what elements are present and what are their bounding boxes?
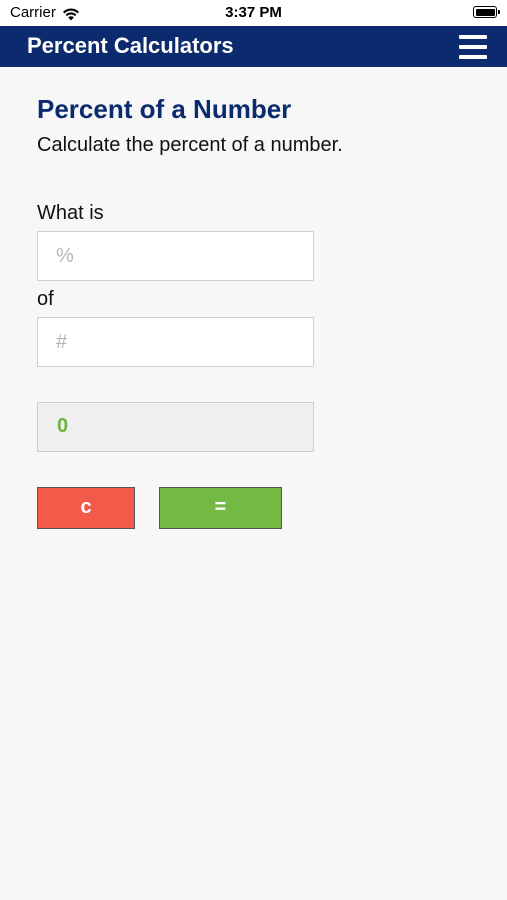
menu-line bbox=[459, 35, 487, 39]
status-time: 3:37 PM bbox=[225, 4, 282, 21]
battery-icon bbox=[473, 6, 500, 18]
page-subtitle: Calculate the percent of a number. bbox=[37, 134, 343, 156]
clear-button[interactable]: c bbox=[37, 487, 135, 529]
of-label: of bbox=[37, 288, 54, 310]
navigation-bar: Percent Calculators bbox=[0, 26, 507, 67]
status-bar: Carrier 3:37 PM bbox=[0, 0, 507, 26]
menu-line bbox=[459, 55, 487, 59]
percent-input[interactable] bbox=[37, 231, 314, 281]
equals-button[interactable]: = bbox=[159, 487, 282, 529]
menu-line bbox=[459, 45, 487, 49]
page-title: Percent of a Number bbox=[37, 94, 292, 124]
what-is-label: What is bbox=[37, 202, 104, 224]
nav-title: Percent Calculators bbox=[27, 33, 234, 58]
result-display: 0 bbox=[37, 402, 314, 452]
hamburger-menu-icon[interactable] bbox=[459, 35, 487, 59]
number-input[interactable] bbox=[37, 317, 314, 367]
